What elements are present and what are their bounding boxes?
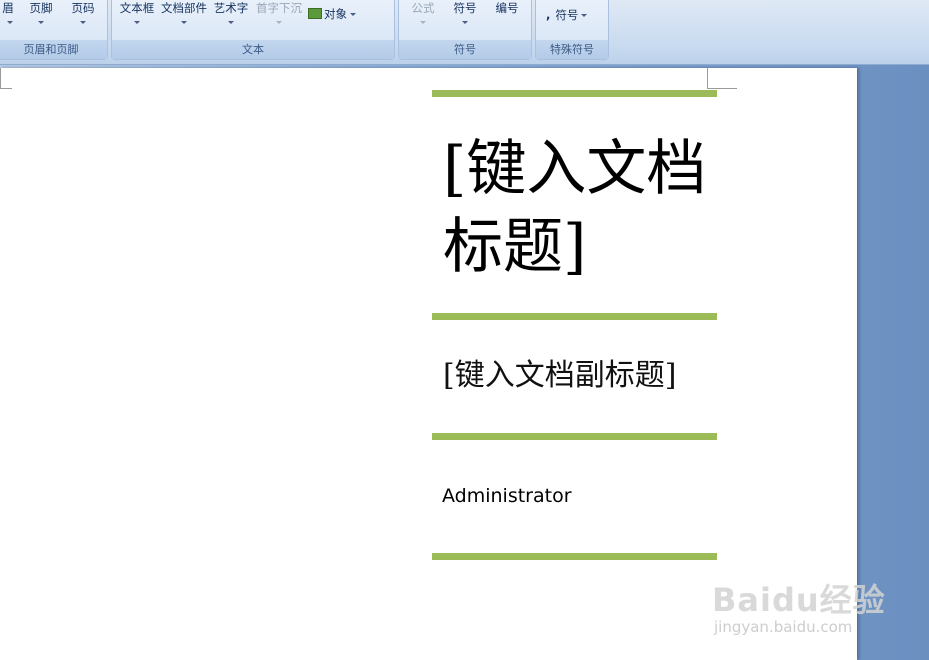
chevron-down-icon bbox=[228, 21, 234, 24]
document-author[interactable]: Administrator bbox=[442, 485, 572, 507]
crop-mark bbox=[707, 68, 708, 89]
footer-button[interactable]: 页脚 bbox=[25, 0, 57, 24]
comma-symbol-icon: , bbox=[546, 8, 551, 22]
header-footer-group: 眉 页脚 页码 页眉和页脚 bbox=[0, 0, 108, 60]
chevron-down-icon bbox=[7, 21, 13, 24]
accent-rule bbox=[432, 90, 717, 97]
ribbon: 眉 页脚 页码 页眉和页脚 文本框 文档部件 艺术字 首字下沉 对象 文本 公式… bbox=[0, 0, 929, 65]
footer-button-label: 页脚 bbox=[29, 1, 53, 15]
page-number-button-label: 页码 bbox=[71, 1, 95, 15]
textbox-button-label: 文本框 bbox=[119, 1, 155, 15]
symbol-button[interactable]: 符号 bbox=[451, 0, 479, 24]
document-title-placeholder[interactable]: [键入文档标题] bbox=[443, 130, 723, 286]
watermark-url: jingyan.baidu.com bbox=[714, 618, 853, 636]
quick-parts-button-label: 文档部件 bbox=[161, 1, 207, 15]
symbols-group-label: 符号 bbox=[399, 40, 531, 59]
chevron-down-icon bbox=[181, 21, 187, 24]
accent-rule bbox=[432, 313, 717, 320]
document-subtitle-placeholder[interactable]: [键入文档副标题] bbox=[443, 356, 743, 396]
text-group-label: 文本 bbox=[112, 40, 394, 59]
header-button-label: 眉 bbox=[2, 1, 14, 15]
numbering-button[interactable]: 编号 bbox=[493, 0, 521, 16]
equation-button[interactable]: 公式 bbox=[409, 0, 437, 24]
equation-button-label: 公式 bbox=[411, 1, 435, 15]
chevron-down-icon bbox=[350, 13, 356, 16]
chevron-down-icon bbox=[462, 21, 468, 24]
accent-rule bbox=[432, 433, 717, 440]
special-symbols-group: , 符号 特殊符号 bbox=[535, 0, 609, 60]
crop-mark bbox=[707, 88, 737, 89]
chevron-down-icon bbox=[581, 14, 588, 17]
wordart-button[interactable]: 艺术字 bbox=[212, 0, 250, 24]
textbox-button[interactable]: 文本框 bbox=[117, 0, 157, 24]
special-symbols-group-label: 特殊符号 bbox=[536, 40, 608, 59]
chevron-down-icon bbox=[420, 21, 426, 24]
watermark: Baidu经验 jingyan.baidu.com bbox=[712, 565, 892, 640]
numbering-button-label: 编号 bbox=[495, 1, 519, 15]
quick-parts-button[interactable]: 文档部件 bbox=[159, 0, 209, 24]
wordart-button-label: 艺术字 bbox=[213, 1, 249, 15]
baidu-jingyan-logo: Baidu经验 bbox=[712, 581, 886, 619]
crop-mark bbox=[0, 88, 12, 89]
header-footer-group-label: 页眉和页脚 bbox=[0, 40, 107, 59]
special-symbol-button-label: 符号 bbox=[555, 8, 579, 22]
header-button[interactable]: 眉 bbox=[1, 0, 15, 24]
symbols-group: 公式 符号 编号 符号 bbox=[398, 0, 532, 60]
chevron-down-icon bbox=[276, 21, 282, 24]
accent-rule bbox=[432, 553, 717, 560]
object-button-label: 对象 bbox=[324, 7, 347, 21]
chevron-down-icon bbox=[134, 21, 140, 24]
symbol-button-label: 符号 bbox=[453, 1, 477, 15]
page-number-button[interactable]: 页码 bbox=[67, 0, 99, 24]
dropcap-button-label: 首字下沉 bbox=[256, 1, 302, 15]
dropcap-button[interactable]: 首字下沉 bbox=[254, 0, 304, 24]
chevron-down-icon bbox=[80, 21, 86, 24]
crop-mark bbox=[0, 68, 1, 89]
object-icon bbox=[308, 8, 322, 19]
special-symbol-button[interactable]: , 符号 bbox=[546, 7, 602, 23]
chevron-down-icon bbox=[38, 21, 44, 24]
text-group: 文本框 文档部件 艺术字 首字下沉 对象 文本 bbox=[111, 0, 395, 60]
object-button[interactable]: 对象 bbox=[308, 6, 372, 22]
